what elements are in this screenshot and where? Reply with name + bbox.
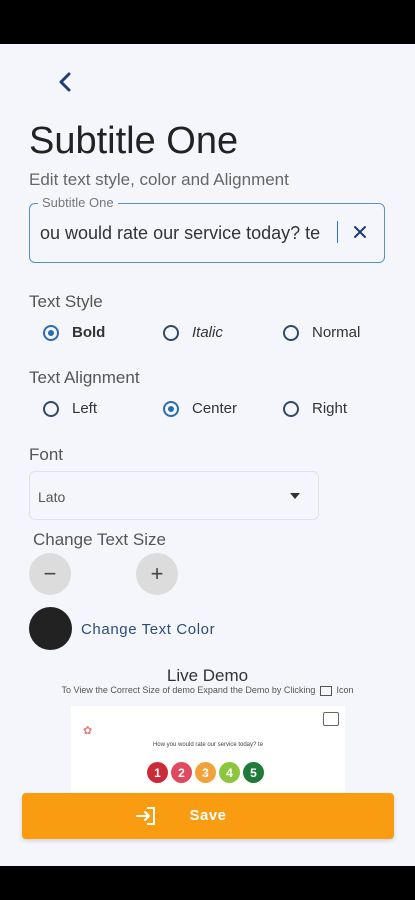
text-cursor (336, 221, 338, 243)
expand-demo-icon[interactable] (323, 712, 339, 726)
text-size-label: Change Text Size (33, 530, 166, 549)
radio-right-indicator[interactable] (283, 400, 299, 417)
dropdown-caret-icon (290, 493, 300, 499)
rating-2: 2 (171, 762, 192, 783)
clear-icon[interactable] (350, 222, 370, 242)
back-arrow-icon[interactable] (52, 68, 80, 96)
demo-question: How you would rate our service today? te (152, 742, 264, 748)
radio-left[interactable]: Left (43, 400, 97, 417)
increase-size-button[interactable]: + (136, 553, 178, 595)
radio-italic-indicator[interactable] (163, 324, 179, 341)
live-demo-hint-suffix: Icon (336, 685, 354, 695)
text-alignment-label: Text Alignment (29, 368, 140, 387)
live-demo-preview: ✿ How you would rate our service today? … (71, 706, 345, 806)
radio-bold[interactable]: Bold (43, 324, 105, 341)
rating-5: 5 (243, 762, 264, 783)
change-text-color-link[interactable]: Change Text Color (81, 621, 215, 638)
rating-1: 1 (147, 762, 168, 783)
radio-left-label: Left (72, 400, 98, 417)
radio-center-label: Center (192, 400, 238, 417)
radio-normal[interactable]: Normal (283, 324, 360, 341)
radio-left-indicator[interactable] (43, 400, 59, 417)
radio-italic-label: Italic (192, 324, 223, 341)
save-button-label: Save (189, 807, 227, 824)
radio-right-label: Right (312, 400, 348, 417)
font-select-value: Lato (38, 489, 66, 505)
radio-bold-indicator[interactable] (43, 324, 59, 341)
text-style-group: Bold Italic Normal (43, 324, 403, 346)
page-description: Edit text style, color and Alignment (29, 170, 289, 189)
page-title: Subtitle One (29, 120, 239, 162)
radio-normal-indicator[interactable] (283, 324, 299, 341)
subtitle-field-value[interactable]: ou would rate our service today? te (40, 223, 320, 243)
radio-right[interactable]: Right (283, 400, 347, 417)
demo-rating-scale: 1 2 3 4 5 (147, 762, 264, 783)
save-button[interactable]: Save (22, 793, 394, 839)
rating-4: 4 (219, 762, 240, 783)
subtitle-field-label: Subtitle One (38, 195, 118, 210)
radio-italic[interactable]: Italic (163, 324, 223, 341)
font-label: Font (29, 445, 64, 464)
live-demo-hint: To View the Correct Size of demo Expand … (0, 685, 415, 696)
decrease-size-button[interactable]: − (29, 553, 71, 595)
radio-center[interactable]: Center (163, 400, 237, 417)
radio-normal-label: Normal (312, 324, 361, 341)
text-color-swatch[interactable] (29, 607, 72, 650)
edit-subtitle-screen: Subtitle One Edit text style, color and … (0, 44, 415, 866)
text-style-label: Text Style (29, 292, 103, 311)
text-alignment-group: Left Center Right (43, 400, 403, 422)
live-demo-title: Live Demo (166, 666, 249, 685)
subtitle-text-field[interactable]: Subtitle One ou would rate our service t… (29, 195, 385, 263)
demo-logo-icon: ✿ (83, 725, 93, 737)
rating-3: 3 (195, 762, 216, 783)
radio-center-indicator[interactable] (163, 400, 179, 417)
font-select[interactable]: Lato (29, 471, 319, 520)
radio-bold-label: Bold (72, 324, 106, 341)
expand-hint-icon (319, 685, 332, 696)
live-demo-hint-text: To View the Correct Size of demo Expand … (61, 685, 316, 695)
